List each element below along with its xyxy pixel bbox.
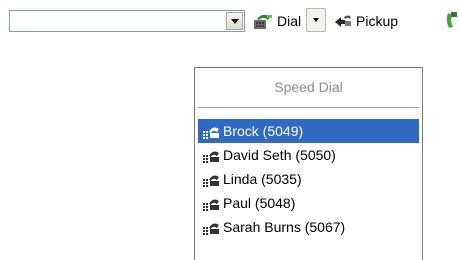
speed-dial-item[interactable]: Paul (5048) [198, 191, 419, 215]
phone-dial-icon [254, 14, 272, 29]
speed-dial-item[interactable]: Sarah Burns (5067) [198, 215, 419, 239]
speed-dial-item-label: David Seth (5050) [223, 147, 336, 163]
speed-dial-item-label: Sarah Burns (5067) [223, 219, 346, 235]
green-phone-icon[interactable] [444, 10, 459, 32]
pickup-icon [335, 15, 351, 27]
speed-dial-menu: Speed Dial Brock (5049) David Seth (5050)… [194, 67, 423, 260]
speed-dial-phone-icon [203, 199, 219, 211]
dial-label: Dial [277, 13, 302, 29]
menu-separator [198, 107, 419, 109]
combo-dropdown-button[interactable] [226, 12, 243, 30]
chevron-down-icon [313, 18, 319, 22]
speed-dial-phone-icon [203, 175, 219, 187]
speed-dial-item[interactable]: Brock (5049) [198, 119, 419, 143]
speed-dial-item-label: Linda (5035) [223, 171, 302, 187]
dial-button[interactable]: Dial [252, 10, 301, 32]
speed-dial-phone-icon [203, 223, 219, 235]
number-combo-box[interactable] [9, 10, 245, 32]
speed-dial-item-label: Paul (5048) [223, 195, 296, 211]
chevron-down-icon [230, 18, 239, 24]
speed-dial-item[interactable]: Linda (5035) [198, 167, 419, 191]
pickup-button[interactable]: Pickup [333, 10, 398, 32]
speed-dial-phone-icon [203, 151, 219, 163]
pickup-label: Pickup [356, 13, 399, 29]
speed-dial-item[interactable]: David Seth (5050) [198, 143, 419, 167]
dial-dropdown-button[interactable] [306, 8, 326, 32]
speed-dial-item-label: Brock (5049) [223, 123, 304, 139]
speed-dial-phone-icon [203, 127, 219, 139]
speed-dial-menu-header: Speed Dial [274, 79, 343, 95]
